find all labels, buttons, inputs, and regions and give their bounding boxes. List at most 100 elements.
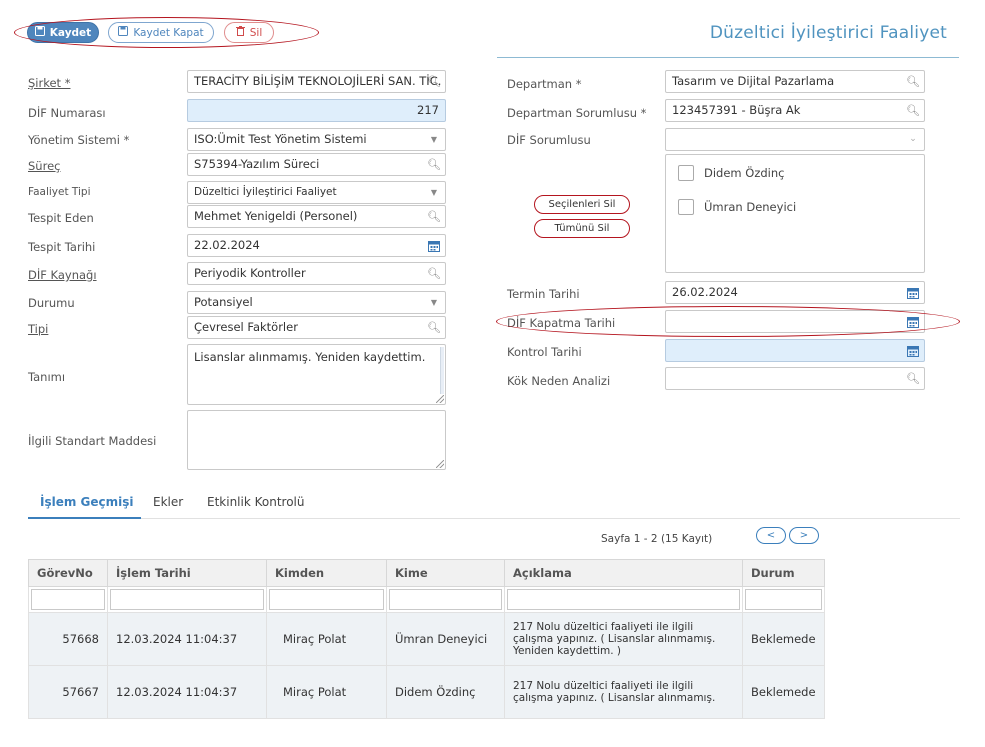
search-icon[interactable]: 🔍︎: [427, 206, 441, 227]
search-icon[interactable]: 🔍︎: [906, 100, 920, 121]
yonetim-sistemi-value: ISO:Ümit Test Yönetim Sistemi: [194, 132, 367, 146]
trash-icon: [235, 26, 245, 39]
dif-kaynagi-value: Periyodik Kontroller: [194, 266, 306, 280]
table-row[interactable]: 57667 12.03.2024 11:04:37 Miraç Polat Di…: [28, 665, 825, 719]
cell-durum: Beklemede: [742, 612, 825, 666]
departman-sorumlusu-field[interactable]: 123457391 - Büşra Ak 🔍︎: [665, 99, 925, 122]
dif-sorumlusu-select[interactable]: ⌄: [665, 128, 925, 151]
kok-neden-label: Kök Neden Analizi: [507, 374, 611, 388]
dif-kapatma-tarihi-field[interactable]: [665, 310, 925, 333]
dif-kapatma-tarihi-label: DİF Kapatma Tarihi: [507, 316, 616, 330]
list-item[interactable]: Didem Özdinç: [678, 165, 784, 181]
resize-grip-icon[interactable]: [436, 395, 444, 403]
history-table: GörevNo İşlem Tarihi Kimden Kime Açıklam…: [28, 559, 825, 719]
tab-ekler[interactable]: Ekler: [153, 495, 183, 509]
column-header-gorevno[interactable]: GörevNo: [28, 559, 108, 587]
column-header-islem-tarihi[interactable]: İşlem Tarihi: [107, 559, 267, 587]
save-label: Kaydet: [49, 26, 92, 39]
search-icon[interactable]: 🔍︎: [427, 71, 441, 92]
pager-info: Sayfa 1 - 2 (15 Kayıt): [601, 533, 713, 545]
kontrol-tarihi-field[interactable]: [665, 339, 925, 362]
tab-islem-gecmisi[interactable]: İşlem Geçmişi: [40, 495, 134, 509]
resize-grip-icon[interactable]: [436, 460, 444, 468]
departman-value: Tasarım ve Dijital Pazarlama: [672, 74, 835, 88]
cell-gorevno: 57667: [28, 665, 108, 719]
sirket-value: TERACİTY BİLİŞİM TEKNOLOJİLERİ SAN. TİC.…: [194, 74, 446, 88]
save-button[interactable]: Kaydet: [27, 22, 99, 43]
save-close-button[interactable]: Kaydet Kapat: [108, 22, 214, 43]
search-icon[interactable]: 🔍︎: [427, 317, 441, 338]
save-close-label: Kaydet Kapat: [133, 26, 204, 39]
prev-page-button[interactable]: <: [756, 527, 786, 544]
tespit-tarihi-field[interactable]: 22.02.2024: [187, 234, 446, 257]
dif-numarasi-field[interactable]: 217: [187, 99, 446, 122]
delete-button[interactable]: Sil: [224, 22, 274, 43]
table-row[interactable]: 57668 12.03.2024 11:04:37 Miraç Polat Üm…: [28, 612, 825, 666]
filter-input-aciklama[interactable]: [507, 589, 740, 610]
list-item-label: Didem Özdinç: [704, 166, 785, 180]
sirket-field[interactable]: TERACİTY BİLİŞİM TEKNOLOJİLERİ SAN. TİC.…: [187, 70, 446, 93]
column-header-kimden[interactable]: Kimden: [266, 559, 387, 587]
tespit-tarihi-value: 22.02.2024: [194, 238, 260, 252]
checkbox[interactable]: [678, 199, 694, 215]
textarea-scrollbar[interactable]: [440, 347, 444, 394]
cell-aciklama: 217 Nolu düzeltici faaliyeti ile ilgili …: [504, 665, 743, 719]
calendar-icon[interactable]: [906, 311, 920, 332]
tanimi-value: Lisanslar alınmamış. Yeniden kaydettim.: [194, 350, 426, 364]
filter-input-gorevno[interactable]: [31, 589, 105, 610]
remove-all-button[interactable]: Tümünü Sil: [534, 219, 630, 238]
tanimi-textarea[interactable]: Lisanslar alınmamış. Yeniden kaydettim.: [187, 344, 446, 405]
filter-input-islem-tarihi[interactable]: [110, 589, 264, 610]
yonetim-sistemi-select[interactable]: ISO:Ümit Test Yönetim Sistemi ▼: [187, 128, 446, 151]
checkbox[interactable]: [678, 165, 694, 181]
calendar-icon[interactable]: [427, 235, 441, 256]
cell-durum: Beklemede: [742, 665, 825, 719]
filter-input-kime[interactable]: [389, 589, 502, 610]
dif-kaynagi-field[interactable]: Periyodik Kontroller 🔍︎: [187, 262, 446, 285]
departman-sorumlusu-label: Departman Sorumlusu *: [507, 106, 647, 120]
tipi-value: Çevresel Faktörler: [194, 320, 298, 334]
title-divider: [497, 57, 959, 58]
durumu-label: Durumu: [28, 296, 75, 310]
cell-aciklama: 217 Nolu düzeltici faaliyeti ile ilgili …: [504, 612, 743, 666]
caret-down-icon: ▼: [430, 188, 438, 197]
search-icon[interactable]: 🔍︎: [427, 263, 441, 284]
tespit-tarihi-label: Tespit Tarihi: [28, 240, 96, 254]
next-page-button[interactable]: >: [789, 527, 819, 544]
sorumlu-listbox: Didem Özdinç Ümran Deneyici: [665, 154, 925, 273]
column-header-durum[interactable]: Durum: [742, 559, 825, 587]
cell-kimden: Miraç Polat: [266, 665, 387, 719]
surec-field[interactable]: S75394-Yazılım Süreci 🔍︎: [187, 153, 446, 176]
chevron-down-icon: ⌄: [909, 134, 917, 144]
departman-field[interactable]: Tasarım ve Dijital Pazarlama 🔍︎: [665, 70, 925, 93]
dif-numarasi-label: DİF Numarası: [28, 106, 106, 120]
filter-input-durum[interactable]: [745, 589, 822, 610]
tab-etkinlik-kontrolu[interactable]: Etkinlik Kontrolü: [207, 495, 304, 509]
durumu-select[interactable]: Potansiyel ▼: [187, 291, 446, 314]
calendar-icon[interactable]: [906, 340, 920, 361]
search-icon[interactable]: 🔍︎: [427, 154, 441, 175]
search-icon[interactable]: 🔍︎: [906, 368, 920, 389]
cell-gorevno: 57668: [28, 612, 108, 666]
caret-down-icon: ▼: [430, 135, 438, 144]
cell-kimden: Miraç Polat: [266, 612, 387, 666]
tespit-eden-field[interactable]: Mehmet Yenigeldi (Personel) 🔍︎: [187, 205, 446, 228]
durumu-value: Potansiyel: [194, 295, 253, 309]
termin-tarihi-field[interactable]: 26.02.2024: [665, 281, 925, 304]
search-icon[interactable]: 🔍︎: [906, 71, 920, 92]
dif-sorumlusu-label: DİF Sorumlusu: [507, 133, 591, 147]
remove-selected-button[interactable]: Seçilenleri Sil: [534, 195, 630, 214]
column-header-kime[interactable]: Kime: [386, 559, 505, 587]
active-tab-indicator: [28, 517, 141, 519]
floppy-icon: [34, 26, 45, 39]
ilgili-standart-textarea[interactable]: [187, 410, 446, 470]
faaliyet-tipi-select[interactable]: Düzeltici İyileştirici Faaliyet ▼: [187, 181, 446, 204]
calendar-icon[interactable]: [906, 282, 920, 303]
floppy-icon: [118, 26, 129, 39]
termin-tarihi-value: 26.02.2024: [672, 285, 738, 299]
column-header-aciklama[interactable]: Açıklama: [504, 559, 743, 587]
tipi-field[interactable]: Çevresel Faktörler 🔍︎: [187, 316, 446, 339]
list-item[interactable]: Ümran Deneyici: [678, 199, 796, 215]
filter-input-kimden[interactable]: [269, 589, 384, 610]
kok-neden-field[interactable]: 🔍︎: [665, 367, 925, 390]
